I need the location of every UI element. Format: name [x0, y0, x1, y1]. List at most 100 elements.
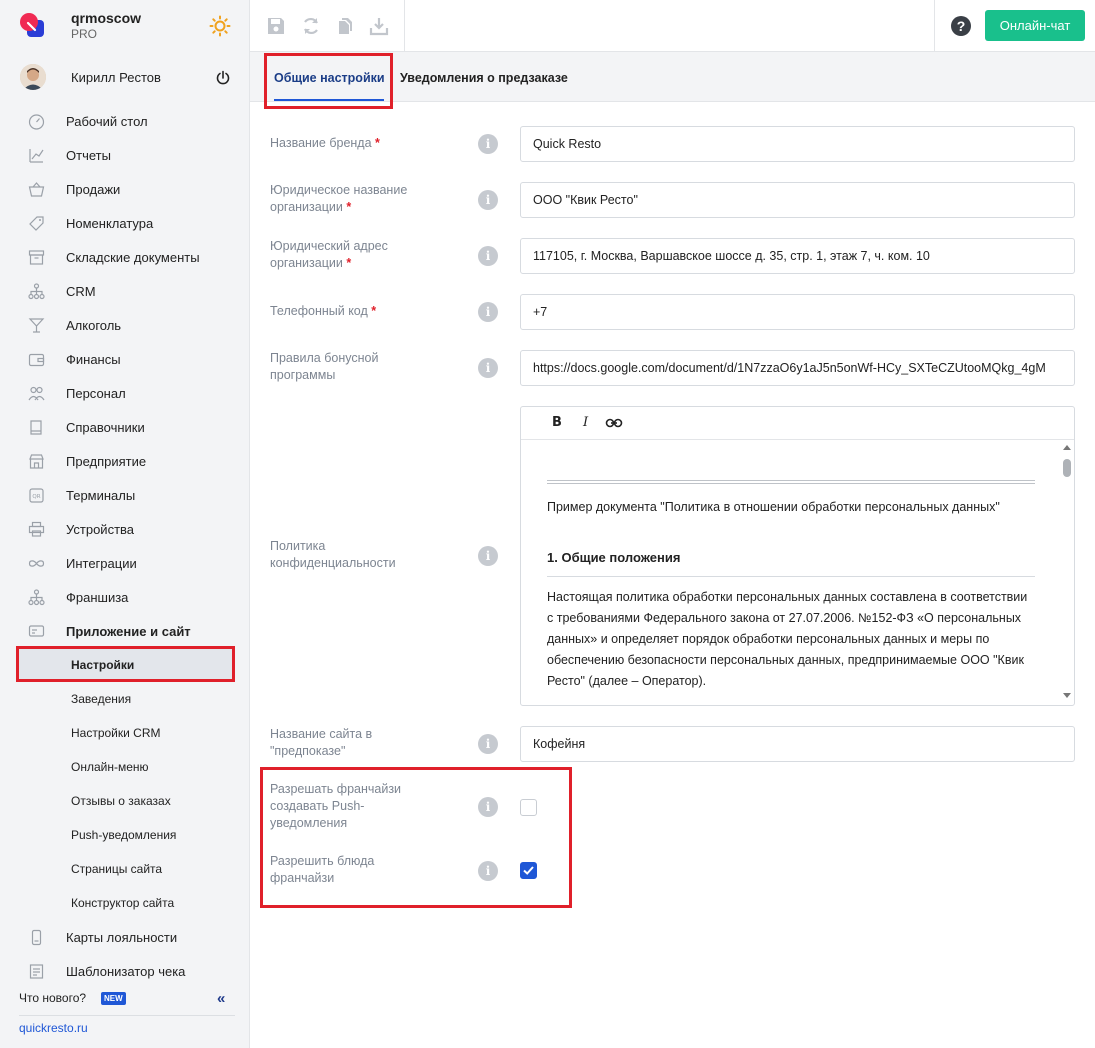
highlight-settings-nav [16, 646, 235, 682]
bold-button[interactable]: B [552, 415, 562, 430]
editor-hr [547, 480, 1035, 484]
bonus-rules-input[interactable]: https://docs.google.com/document/d/1N7zz… [520, 350, 1075, 386]
chart-line-icon [29, 149, 44, 163]
sidebar-item-enterprise[interactable]: Предприятие [0, 444, 249, 478]
archive-icon [28, 250, 45, 265]
sidebar-item-franchise[interactable]: Франшиза [0, 580, 249, 614]
scroll-down-icon[interactable] [1063, 693, 1071, 698]
sidebar-subitem-site-builder[interactable]: Конструктор сайта [0, 886, 249, 920]
printer-icon [28, 521, 45, 537]
book-icon [30, 420, 42, 435]
user-block: Кирилл Рестов [0, 52, 249, 104]
sidebar-item-crm[interactable]: CRM [0, 274, 249, 308]
sidebar-subitem-online-menu[interactable]: Онлайн-меню [0, 750, 249, 784]
sidebar-item-staff[interactable]: Персонал [0, 376, 249, 410]
copy-icon[interactable] [335, 16, 355, 36]
hierarchy-icon [28, 589, 45, 606]
sidebar-nav: Рабочий стол Отчеты Продажи Номенклатура… [0, 104, 249, 988]
svg-text:QR: QR [32, 494, 40, 500]
hierarchy-icon [28, 283, 45, 300]
sun-icon[interactable] [209, 15, 231, 37]
account-name: qrmoscow [71, 10, 142, 26]
app-icon [28, 625, 45, 637]
card-icon [31, 929, 42, 946]
editor-scrollbar[interactable] [1059, 441, 1075, 705]
phone-code-input[interactable]: +7 [520, 294, 1075, 330]
brand-header[interactable]: qrmoscow PRO [0, 0, 249, 52]
info-icon[interactable]: i [478, 546, 498, 566]
save-icon[interactable] [266, 16, 286, 36]
editor-heading: 1. Общие положения [547, 550, 681, 565]
editor-intro: Пример документа "Политика в отношении о… [547, 500, 1000, 514]
privacy-editor[interactable]: B I Пример документа "Политика в отношен… [520, 406, 1075, 706]
info-icon[interactable]: i [478, 246, 498, 266]
editor-content[interactable]: Пример документа "Политика в отношении о… [547, 441, 1035, 705]
legal-address-input[interactable]: 117105, г. Москва, Варшавское шоссе д. 3… [520, 238, 1075, 274]
scroll-thumb[interactable] [1063, 459, 1071, 477]
phone-code-label: Телефонный код * [270, 304, 377, 318]
people-icon [28, 386, 45, 401]
sidebar-item-warehouse[interactable]: Складские документы [0, 240, 249, 274]
download-icon[interactable] [369, 16, 389, 36]
sidebar-subitem-push[interactable]: Push-уведомления [0, 818, 249, 852]
qr-icon: QR [29, 488, 44, 503]
scroll-up-icon[interactable] [1063, 445, 1071, 450]
collapse-sidebar-icon[interactable]: « [217, 990, 225, 1007]
highlight-general-tab [264, 53, 393, 109]
info-icon[interactable]: i [478, 134, 498, 154]
toolbar: ? Онлайн-чат [250, 0, 1095, 52]
bonus-rules-label: Правила бонусной программы [270, 351, 379, 382]
sidebar-item-reports[interactable]: Отчеты [0, 138, 249, 172]
toolbar-divider [404, 0, 405, 52]
legal-name-label: Юридическое название организации * [270, 183, 408, 214]
speedometer-icon [28, 114, 45, 130]
new-badge: NEW [101, 992, 126, 1005]
sidebar-subitem-site-pages[interactable]: Страницы сайта [0, 852, 249, 886]
cocktail-icon [28, 318, 45, 333]
sidebar-item-alcohol[interactable]: Алкоголь [0, 308, 249, 342]
logo-icon [20, 13, 44, 37]
wallet-icon [28, 353, 45, 367]
refresh-icon[interactable] [301, 16, 321, 36]
help-icon[interactable]: ? [951, 16, 971, 36]
store-icon [29, 454, 44, 469]
editor-hr [547, 576, 1035, 577]
sidebar-item-finance[interactable]: Финансы [0, 342, 249, 376]
sidebar-subitem-venues[interactable]: Заведения [0, 682, 249, 716]
editor-paragraph: Настоящая политика обработки персональны… [547, 590, 1028, 688]
info-icon[interactable]: i [478, 358, 498, 378]
legal-address-label: Юридический адрес организации * [270, 239, 388, 270]
sidebar-item-reference[interactable]: Справочники [0, 410, 249, 444]
sidebar-item-app-and-site[interactable]: Приложение и сайт [0, 614, 249, 648]
online-chat-button[interactable]: Онлайн-чат [985, 10, 1085, 41]
receipt-icon [29, 964, 44, 979]
editor-toolbar: B I [521, 407, 1074, 440]
sidebar-item-integrations[interactable]: Интеграции [0, 546, 249, 580]
sidebar-subitem-crm-settings[interactable]: Настройки CRM [0, 716, 249, 750]
info-icon[interactable]: i [478, 302, 498, 322]
site-link[interactable]: quickresto.ru [19, 1021, 88, 1035]
sidebar-item-loyalty-cards[interactable]: Карты лояльности [0, 920, 249, 954]
sidebar: qrmoscow PRO Кирилл Рестов Рабочий стол … [0, 0, 250, 1048]
sidebar-item-devices[interactable]: Устройства [0, 512, 249, 546]
info-icon[interactable]: i [478, 190, 498, 210]
avatar[interactable] [20, 64, 46, 90]
link-icon[interactable] [605, 416, 623, 430]
account-plan: PRO [71, 27, 98, 41]
legal-name-input[interactable]: ООО "Квик Ресто" [520, 182, 1075, 218]
privacy-label: Политика конфиденциальности [270, 539, 396, 570]
sidebar-subitem-order-reviews[interactable]: Отзывы о заказах [0, 784, 249, 818]
info-icon[interactable]: i [478, 734, 498, 754]
site-name-input[interactable]: Кофейня [520, 726, 1075, 762]
whats-new-link[interactable]: Что нового? [19, 991, 86, 1005]
italic-button[interactable]: I [583, 415, 588, 430]
sidebar-item-sales[interactable]: Продажи [0, 172, 249, 206]
sidebar-item-receipt-template[interactable]: Шаблонизатор чека [0, 954, 249, 988]
power-icon[interactable] [215, 70, 231, 86]
user-name: Кирилл Рестов [71, 70, 161, 85]
sidebar-item-nomenclature[interactable]: Номенклатура [0, 206, 249, 240]
tab-preorder-notifications[interactable]: Уведомления о предзаказе [400, 71, 568, 85]
sidebar-item-dashboard[interactable]: Рабочий стол [0, 104, 249, 138]
sidebar-item-terminals[interactable]: QR Терминалы [0, 478, 249, 512]
brand-name-input[interactable]: Quick Resto [520, 126, 1075, 162]
